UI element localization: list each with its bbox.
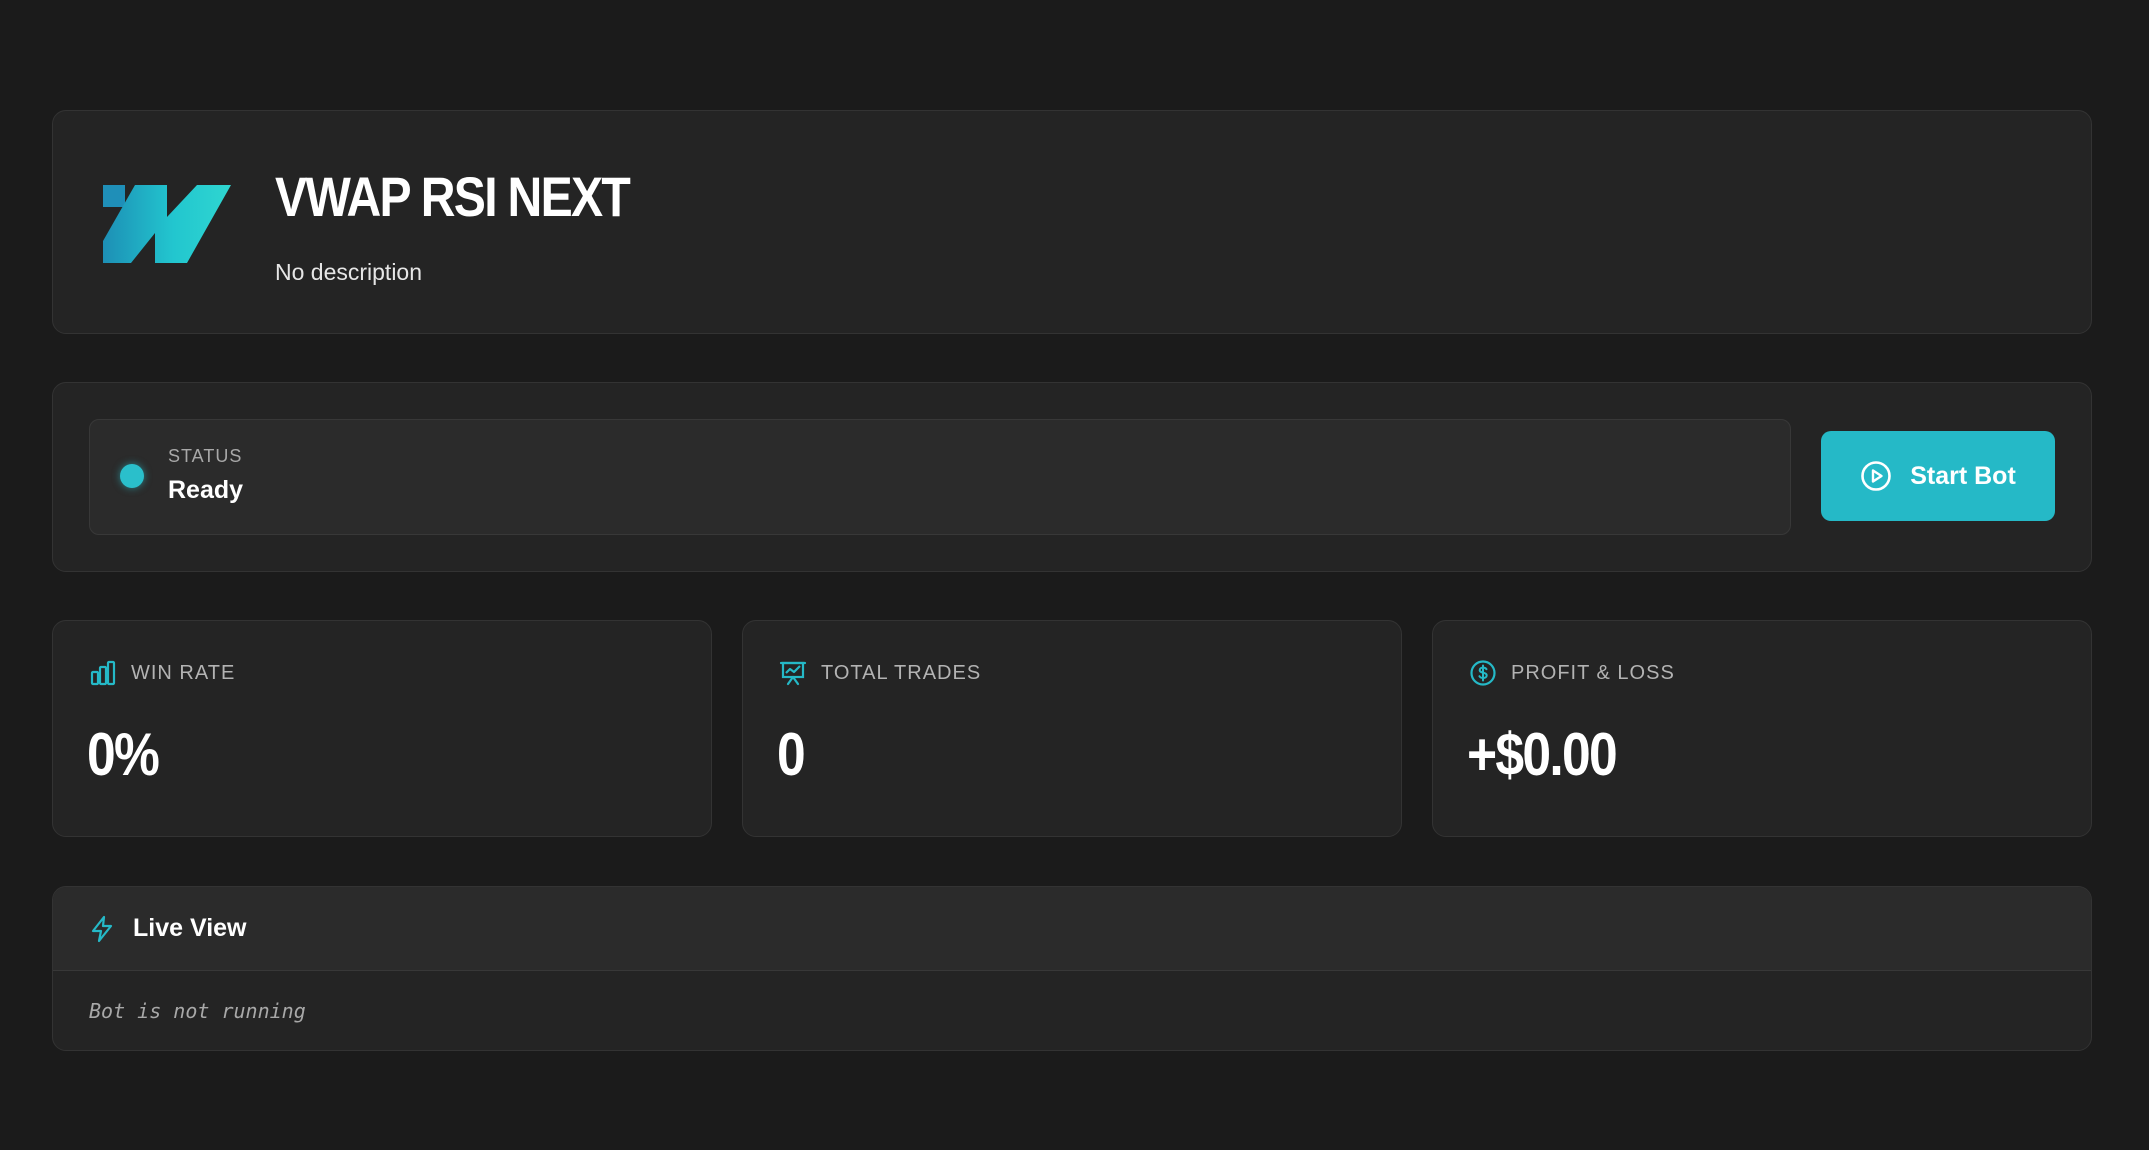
play-circle-icon [1861,461,1892,491]
start-bot-label: Start Bot [1910,461,2016,490]
total-trades-label: TOTAL TRADES [821,661,982,684]
win-rate-label: WIN RATE [131,661,236,684]
bot-title: VWAP RSI NEXT [275,165,631,228]
lightning-icon [91,915,113,942]
win-rate-value: 0% [87,721,160,788]
bot-dashboard: VWAP RSI NEXT No description STATUS Read… [0,0,2149,1150]
status-indicator [120,464,144,488]
start-bot-button[interactable]: Start Bot [1821,431,2055,521]
bot-header-card: VWAP RSI NEXT No description [52,110,2092,334]
presentation-chart-icon [779,661,807,686]
total-trades-value: 0 [777,721,806,788]
profit-loss-card: PROFIT & LOSS +$0.00 [1432,620,2092,837]
live-view-title: Live View [133,914,247,942]
status-card: STATUS Ready Start Bot [52,382,2092,572]
bot-description: No description [275,259,423,285]
live-view-message: Bot is not running [89,999,306,1023]
dollar-circle-icon [1470,660,1496,686]
win-rate-card: WIN RATE 0% [52,620,712,837]
profit-loss-value: +$0.00 [1467,721,1618,788]
status-panel: STATUS Ready [89,419,1791,535]
bot-logo-icon [103,185,231,263]
live-view-panel: Live View Bot is not running [52,886,2092,1051]
profit-loss-label: PROFIT & LOSS [1511,661,1675,684]
status-label: STATUS [168,446,243,466]
status-value: Ready [168,476,244,504]
live-view-header: Live View [53,887,2091,971]
bar-chart-icon [90,660,116,686]
total-trades-card: TOTAL TRADES 0 [742,620,1402,837]
